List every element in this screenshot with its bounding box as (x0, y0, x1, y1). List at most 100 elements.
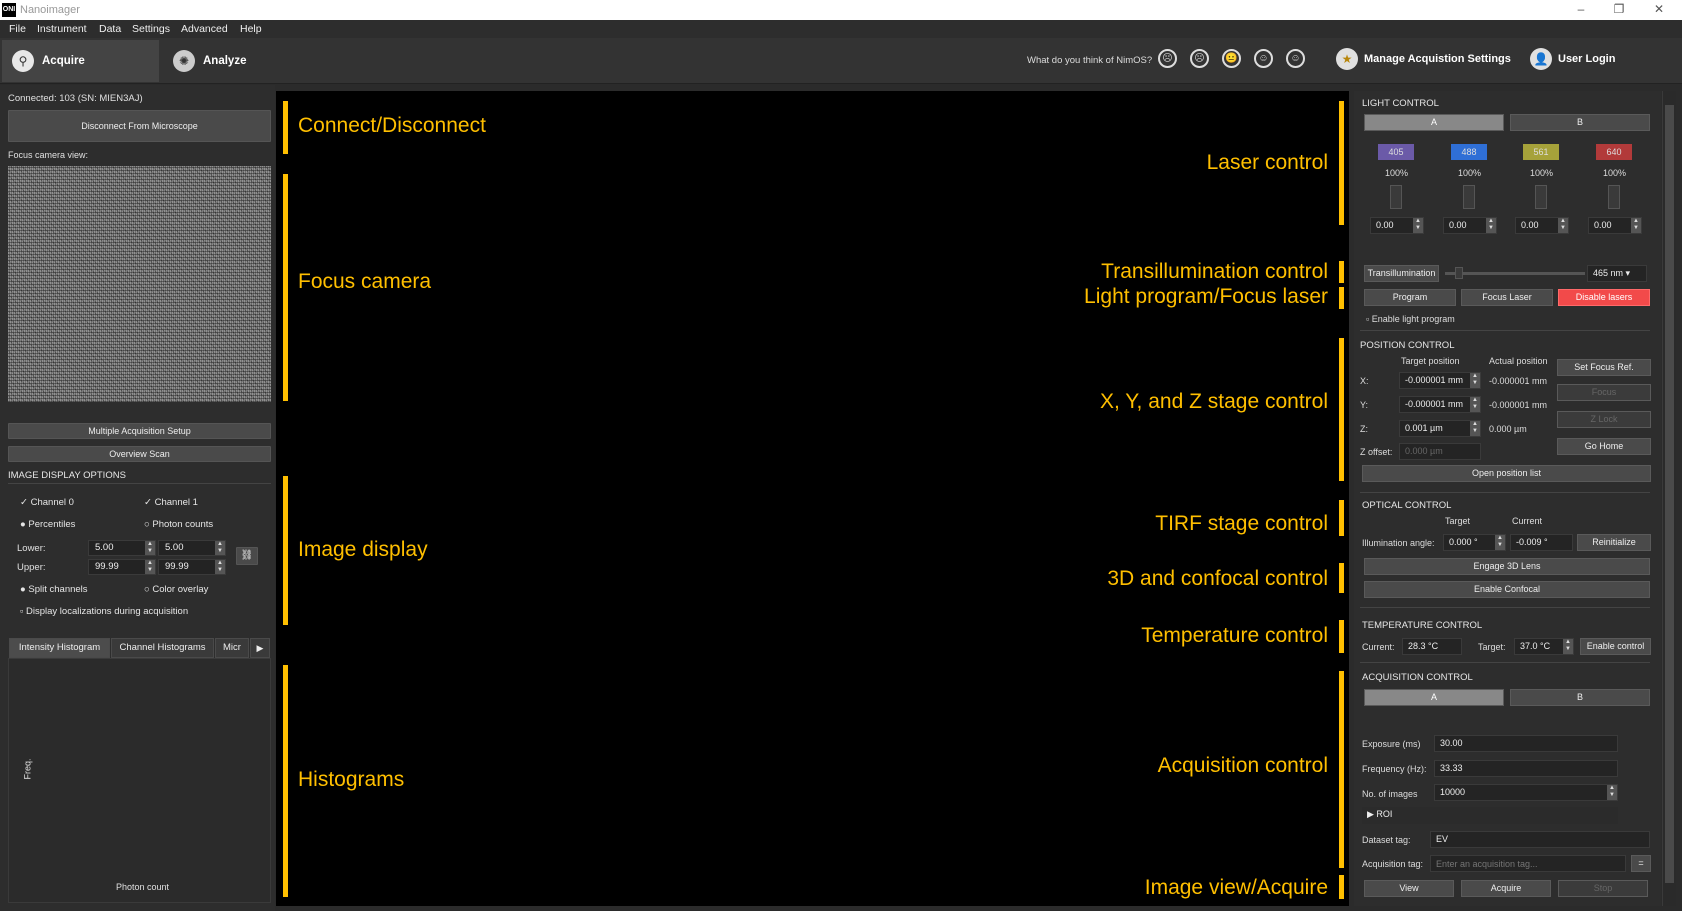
z-lock-button[interactable]: Z Lock (1557, 411, 1651, 428)
color-overlay-radio[interactable]: ○ Color overlay (144, 584, 208, 595)
laser-561-power-input[interactable]: 0.00 ▲ ▼ (1515, 217, 1569, 234)
engage-3d-lens-button[interactable]: Engage 3D Lens (1364, 558, 1650, 575)
spin-arrows-icon[interactable]: ▲ ▼ (215, 560, 225, 574)
x-target-input[interactable]: -0.000001 mm ▲ ▼ (1399, 372, 1481, 389)
equals-icon[interactable]: = (1631, 855, 1651, 872)
happy-face-icon[interactable]: ☺ (1254, 49, 1273, 68)
spin-arrows-icon[interactable]: ▲ ▼ (1495, 535, 1505, 550)
very-unhappy-face-icon[interactable]: ☹ (1158, 49, 1177, 68)
overview-scan-button[interactable]: Overview Scan (8, 446, 271, 462)
transillumination-slider[interactable] (1445, 272, 1585, 275)
spin-arrows-icon[interactable]: ▲ ▼ (1607, 785, 1617, 800)
menu-settings[interactable]: Settings (132, 23, 170, 35)
tab-micr[interactable]: Micr (215, 638, 249, 658)
spin-arrows-icon[interactable]: ▲ ▼ (1558, 218, 1568, 233)
transillumination-wavelength-select[interactable]: 465 nm ▾ (1587, 265, 1647, 282)
laser-488-power-input[interactable]: 0.00 ▲ ▼ (1443, 217, 1497, 234)
acquisition-tag-input[interactable] (1430, 855, 1626, 872)
spin-arrows-icon[interactable]: ▲ ▼ (1470, 397, 1480, 412)
tab-channel-histograms[interactable]: Channel Histograms (111, 638, 214, 658)
laser-405-slider[interactable] (1390, 185, 1402, 209)
laser-561-chip[interactable]: 561 (1523, 144, 1559, 160)
laser-405-power-input[interactable]: 0.00 ▲ ▼ (1370, 217, 1424, 234)
laser-640-chip[interactable]: 640 (1596, 144, 1632, 160)
unhappy-face-icon[interactable]: ☹ (1190, 49, 1209, 68)
enable-control-button[interactable]: Enable control (1580, 638, 1651, 655)
z-target-input[interactable]: 0.001 µm ▲ ▼ (1399, 420, 1481, 437)
light-tab-a[interactable]: A (1364, 114, 1504, 131)
light-tab-b[interactable]: B (1510, 114, 1650, 131)
manage-acquisition-settings-button[interactable]: ★ Manage Acquistion Settings (1336, 47, 1511, 71)
analyze-tab[interactable]: ✺ Analyze (163, 40, 273, 82)
y-target-input[interactable]: -0.000001 mm ▲ ▼ (1399, 396, 1481, 413)
split-channels-radio[interactable]: ● Split channels (20, 584, 88, 595)
menu-data[interactable]: Data (99, 23, 121, 35)
channel1-checkbox[interactable]: ✓ Channel 1 (144, 497, 198, 508)
channel0-checkbox[interactable]: ✓ Channel 0 (20, 497, 74, 508)
acquisition-tab-b[interactable]: B (1510, 689, 1650, 706)
focus-button[interactable]: Focus (1557, 384, 1651, 401)
multiple-acquisition-setup-button[interactable]: Multiple Acquisition Setup (8, 423, 271, 439)
spin-arrows-icon[interactable]: ▲ ▼ (1470, 421, 1480, 436)
lower0-input[interactable]: 5.00 ▲ ▼ (88, 540, 156, 556)
close-button[interactable]: ✕ (1644, 2, 1674, 18)
spin-arrows-icon[interactable]: ▲ ▼ (1486, 218, 1496, 233)
enable-light-program-checkbox[interactable]: ▫ Enable light program (1366, 314, 1455, 324)
acquire-tab[interactable]: ⚲ Acquire (2, 40, 159, 82)
very-happy-face-icon[interactable]: ☺ (1286, 49, 1305, 68)
transillumination-slider-handle[interactable] (1455, 267, 1463, 279)
percentiles-radio[interactable]: ● Percentiles (20, 519, 75, 530)
user-login-button[interactable]: 👤 User Login (1530, 47, 1615, 71)
laser-405-chip[interactable]: 405 (1378, 144, 1414, 160)
acquire-button[interactable]: Acquire (1461, 880, 1551, 897)
spin-arrows-icon[interactable]: ▲ ▼ (1470, 373, 1480, 388)
spin-arrows-icon[interactable]: ▲ ▼ (145, 541, 155, 555)
disable-lasers-button[interactable]: Disable lasers (1558, 289, 1650, 306)
upper1-input[interactable]: 99.99 ▲ ▼ (158, 559, 226, 575)
minimize-button[interactable]: – (1566, 2, 1596, 18)
photon-counts-radio[interactable]: ○ Photon counts (144, 519, 213, 530)
scrollbar-thumb[interactable] (1665, 105, 1674, 883)
right-panel-scrollbar[interactable] (1662, 91, 1676, 906)
neutral-face-icon[interactable]: 😐 (1222, 49, 1241, 68)
focus-laser-button[interactable]: Focus Laser (1461, 289, 1553, 306)
laser-561-slider[interactable] (1535, 185, 1547, 209)
transillumination-button[interactable]: Transillumination (1364, 265, 1439, 282)
set-focus-ref-button[interactable]: Set Focus Ref. (1557, 359, 1651, 376)
enable-confocal-button[interactable]: Enable Confocal (1364, 581, 1650, 598)
frequency-input[interactable]: 33.33 (1434, 760, 1618, 777)
tab-intensity-histogram[interactable]: Intensity Histogram (9, 638, 110, 658)
menu-file[interactable]: File (9, 23, 26, 35)
open-position-list-button[interactable]: Open position list (1362, 465, 1651, 482)
laser-488-chip[interactable]: 488 (1451, 144, 1487, 160)
exposure-input[interactable]: 30.00 (1434, 735, 1618, 752)
menu-instrument[interactable]: Instrument (37, 23, 87, 35)
upper0-input[interactable]: 99.99 ▲ ▼ (88, 559, 156, 575)
laser-488-slider[interactable] (1463, 185, 1475, 209)
illumination-target-input[interactable]: 0.000 ° ▲ ▼ (1443, 534, 1506, 551)
menu-help[interactable]: Help (240, 23, 262, 35)
dataset-tag-input[interactable]: EV (1430, 831, 1650, 848)
view-button[interactable]: View (1364, 880, 1454, 897)
disconnect-button[interactable]: Disconnect From Microscope (8, 110, 271, 142)
lower1-input[interactable]: 5.00 ▲ ▼ (158, 540, 226, 556)
go-home-button[interactable]: Go Home (1557, 438, 1651, 455)
spin-arrows-icon[interactable]: ▲ ▼ (215, 541, 225, 555)
spin-arrows-icon[interactable]: ▲ ▼ (145, 560, 155, 574)
laser-640-power-input[interactable]: 0.00 ▲ ▼ (1588, 217, 1642, 234)
z-offset-input[interactable]: 0.000 µm (1399, 443, 1481, 460)
acquisition-tab-a[interactable]: A (1364, 689, 1504, 706)
menu-advanced[interactable]: Advanced (181, 23, 228, 35)
restore-button[interactable]: ❐ (1604, 2, 1634, 18)
laser-640-slider[interactable] (1608, 185, 1620, 209)
tab-scroll-right-icon[interactable]: ▶ (250, 638, 270, 658)
spin-arrows-icon[interactable]: ▲ ▼ (1563, 639, 1573, 654)
roi-expander[interactable]: ▶ ROI (1362, 807, 1618, 824)
number-of-images-input[interactable]: 10000 ▲ ▼ (1434, 784, 1618, 801)
display-localizations-checkbox[interactable]: ▫ Display localizations during acquisiti… (20, 606, 188, 617)
link-icon[interactable]: ⛓ (236, 547, 258, 565)
spin-arrows-icon[interactable]: ▲ ▼ (1413, 218, 1423, 233)
temperature-target-input[interactable]: 37.0 °C ▲ ▼ (1514, 638, 1574, 655)
program-button[interactable]: Program (1364, 289, 1456, 306)
stop-button[interactable]: Stop (1558, 880, 1648, 897)
